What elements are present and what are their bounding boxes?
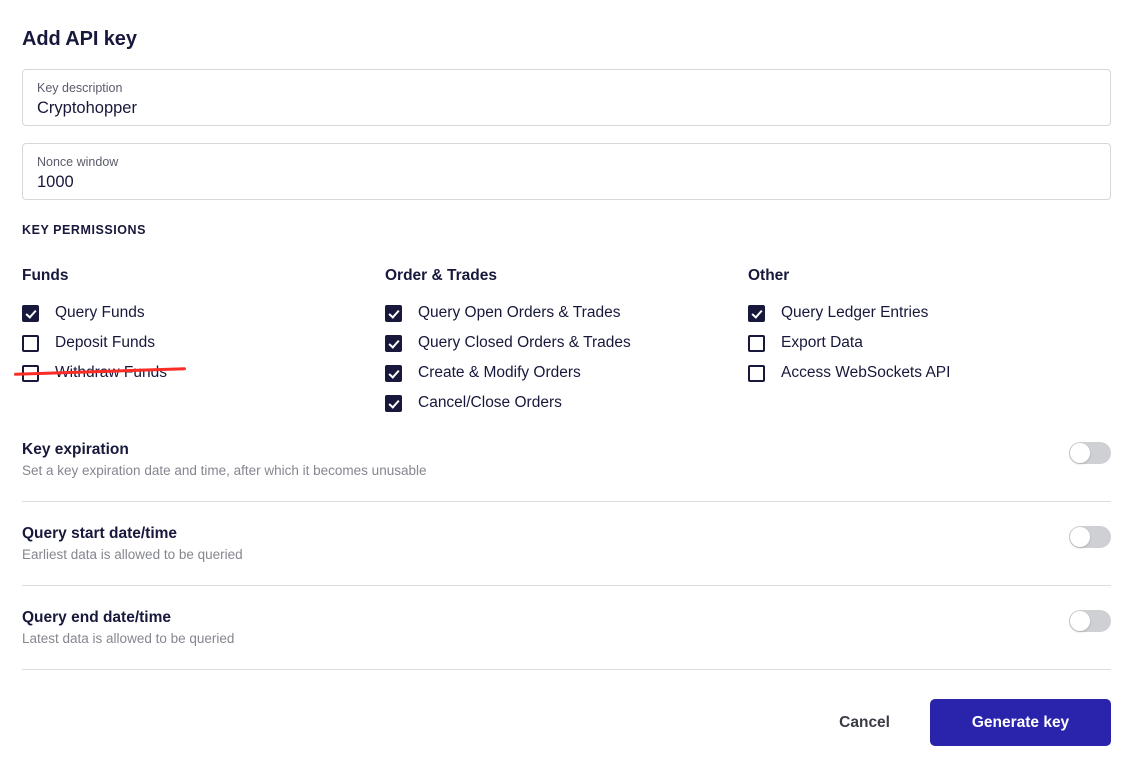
permission-row[interactable]: Query Funds <box>22 298 385 328</box>
toggle-title: Query end date/time <box>22 609 172 626</box>
checkbox-unchecked-icon[interactable] <box>22 334 39 352</box>
toggle-settings: Key expiration Set a key expiration date … <box>22 418 1111 669</box>
permission-label: Create & Modify Orders <box>418 364 581 381</box>
field-value[interactable]: 1000 <box>37 172 1096 193</box>
checkbox-checked-icon[interactable] <box>385 334 402 352</box>
permission-row[interactable]: Deposit Funds <box>22 328 385 358</box>
toggle-text: Query end date/time Latest data is allowe… <box>22 607 234 648</box>
permission-column: Funds Query Funds Deposit Funds Withdraw Fu… <box>13 266 385 418</box>
checkbox-unchecked-icon[interactable] <box>748 334 765 352</box>
permission-row[interactable]: Create & Modify Orders <box>385 358 748 388</box>
toggle-row: Query end date/time Latest data is allowe… <box>22 586 1111 669</box>
text-field[interactable]: Key description Cryptohopper <box>22 69 1111 126</box>
permission-row[interactable]: Withdraw Funds <box>13 358 385 388</box>
checkbox-checked-icon[interactable] <box>748 304 765 322</box>
permission-label: Deposit Funds <box>55 334 155 351</box>
permission-row[interactable]: Export Data <box>748 328 1048 358</box>
toggle-text: Query start date/time Earliest data is al… <box>22 523 243 564</box>
permission-column: Other Query Ledger Entries Export Data Acce… <box>748 266 1048 418</box>
checkbox-checked-icon[interactable] <box>385 394 402 412</box>
checkbox-unchecked-icon[interactable] <box>748 364 765 382</box>
toggle-title: Key expiration <box>22 441 129 458</box>
permission-label: Withdraw Funds <box>55 364 167 381</box>
toggle-switch[interactable] <box>1069 526 1111 548</box>
permission-label: Access WebSockets API <box>781 364 951 381</box>
form-fields: Key description Cryptohopper Nonce window 1… <box>22 69 1111 200</box>
permission-column-title: Order & Trades <box>385 267 497 284</box>
dialog-footer: Cancel Generate key <box>22 670 1111 746</box>
toggle-knob <box>1070 611 1090 631</box>
permission-row[interactable]: Query Ledger Entries <box>748 298 1048 328</box>
permission-label: Export Data <box>781 334 863 351</box>
toggle-description: Latest data is allowed to be queried <box>22 631 235 646</box>
key-permissions-grid: Funds Query Funds Deposit Funds Withdraw Fu… <box>13 266 1111 418</box>
toggle-text: Key expiration Set a key expiration date … <box>22 439 426 480</box>
toggle-row: Query start date/time Earliest data is al… <box>22 502 1111 585</box>
permission-label: Query Ledger Entries <box>781 304 929 321</box>
checkbox-unchecked-icon[interactable] <box>22 364 39 382</box>
checkbox-checked-icon[interactable] <box>385 304 402 322</box>
permission-label: Query Funds <box>55 304 145 321</box>
field-label: Nonce window <box>37 155 119 169</box>
checkbox-checked-icon[interactable] <box>22 304 39 322</box>
toggle-row: Key expiration Set a key expiration date … <box>22 418 1111 501</box>
toggle-description: Set a key expiration date and time, afte… <box>22 463 427 478</box>
text-field[interactable]: Nonce window 1000 <box>22 143 1111 200</box>
cancel-button[interactable]: Cancel <box>821 702 908 744</box>
toggle-switch[interactable] <box>1069 610 1111 632</box>
permission-row[interactable]: Query Closed Orders & Trades <box>385 328 748 358</box>
permission-label: Query Open Orders & Trades <box>418 304 621 321</box>
key-permissions-heading: KEY PERMISSIONS <box>22 223 147 237</box>
toggle-switch[interactable] <box>1069 442 1111 464</box>
add-api-key-dialog: Add API key Key description Cryptohopper N… <box>0 0 1133 772</box>
toggle-title: Query start date/time <box>22 525 178 542</box>
permission-column: Order & Trades Query Open Orders & Trades… <box>385 266 748 418</box>
permission-column-title: Other <box>748 267 790 284</box>
toggle-knob <box>1070 443 1090 463</box>
generate-key-button[interactable]: Generate key <box>930 699 1111 746</box>
field-value[interactable]: Cryptohopper <box>37 98 1096 119</box>
page-title: Add API key <box>22 28 137 50</box>
permission-label: Query Closed Orders & Trades <box>418 334 631 351</box>
permission-row[interactable]: Access WebSockets API <box>748 358 1048 388</box>
permission-column-title: Funds <box>22 267 69 284</box>
permission-row[interactable]: Cancel/Close Orders <box>385 388 748 418</box>
toggle-description: Earliest data is allowed to be queried <box>22 547 243 562</box>
permission-row[interactable]: Query Open Orders & Trades <box>385 298 748 328</box>
permission-label: Cancel/Close Orders <box>418 394 562 411</box>
toggle-knob <box>1070 527 1090 547</box>
checkbox-checked-icon[interactable] <box>385 364 402 382</box>
field-label: Key description <box>37 81 123 95</box>
